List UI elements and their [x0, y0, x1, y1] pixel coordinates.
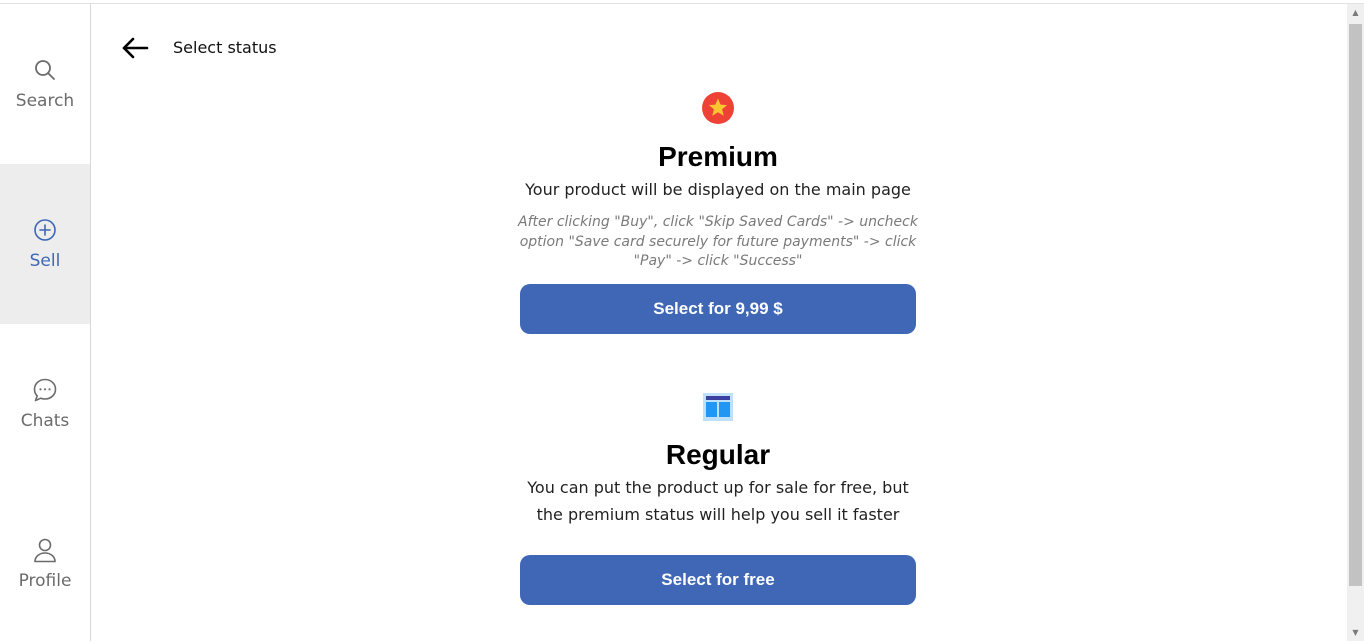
premium-option: Premium Your product will be displayed o… — [518, 92, 918, 334]
layout-board-icon — [703, 393, 733, 421]
select-regular-button[interactable]: Select for free — [520, 555, 916, 605]
search-icon — [32, 57, 58, 83]
back-button[interactable] — [119, 34, 151, 66]
sidebar-item-label: Sell — [29, 251, 61, 271]
regular-option: Regular You can put the product up for s… — [520, 393, 916, 605]
regular-title: Regular — [665, 439, 771, 470]
user-icon — [32, 537, 58, 563]
sidebar-item-label: Search — [15, 91, 75, 111]
plus-circle-icon — [32, 217, 58, 243]
premium-payment-note: After clicking "Buy", click "Skip Saved … — [518, 214, 918, 269]
premium-description: Your product will be displayed on the ma… — [525, 180, 911, 199]
scroll-up-arrow-icon[interactable]: ▲ — [1347, 4, 1364, 21]
sidebar: Search Sell Chats Profile — [0, 4, 91, 641]
chat-bubble-icon — [32, 377, 58, 403]
sidebar-item-label: Chats — [20, 411, 70, 431]
scrollbar[interactable]: ▲ ▼ — [1347, 4, 1364, 641]
sidebar-item-sell[interactable]: Sell — [0, 164, 90, 324]
main-content: Select status Premium Your product will … — [91, 4, 1347, 641]
scroll-down-arrow-icon[interactable]: ▼ — [1347, 624, 1364, 641]
star-badge-icon — [702, 92, 734, 124]
scrollbar-thumb[interactable] — [1349, 24, 1362, 586]
page-title: Select status — [173, 38, 277, 57]
sidebar-item-chats[interactable]: Chats — [0, 324, 90, 484]
regular-description: You can put the product up for sale for … — [527, 478, 909, 524]
premium-title: Premium — [658, 141, 778, 172]
select-premium-button[interactable]: Select for 9,99 $ — [520, 283, 916, 334]
sidebar-item-profile[interactable]: Profile — [0, 484, 90, 644]
arrow-left-icon — [121, 37, 149, 63]
sidebar-item-label: Profile — [18, 571, 72, 591]
sidebar-item-search[interactable]: Search — [0, 4, 90, 164]
